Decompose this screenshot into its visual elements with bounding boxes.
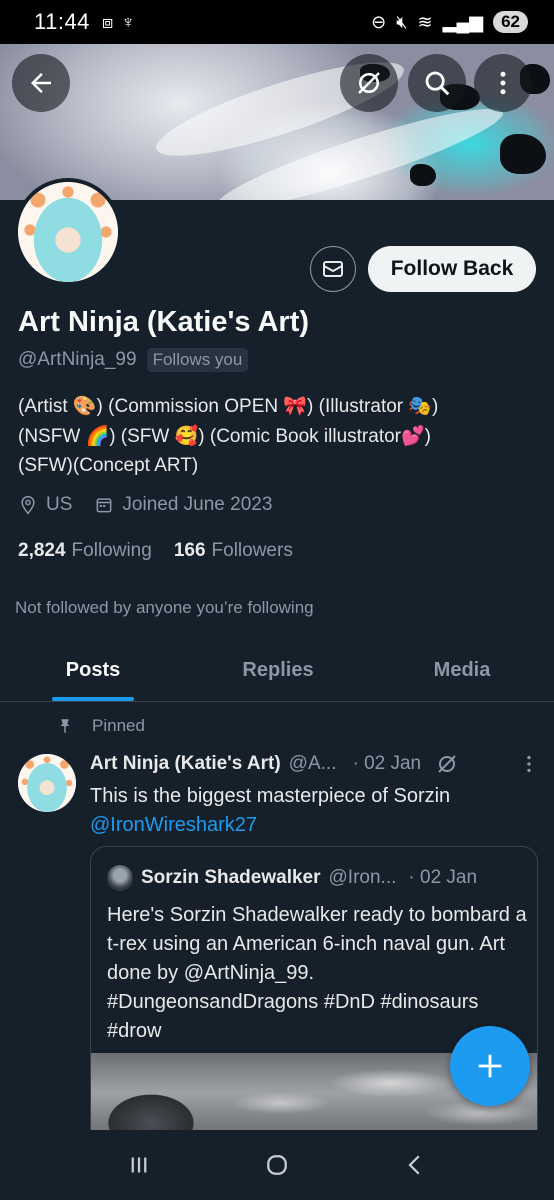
avatar-image bbox=[18, 182, 118, 282]
compose-post-button[interactable] bbox=[450, 1026, 530, 1106]
tweet-text[interactable]: This is the biggest masterpiece of Sorzi… bbox=[90, 782, 530, 840]
tweet-author-name[interactable]: Art Ninja (Katie's Art) bbox=[90, 753, 281, 775]
following-count: 2,824 bbox=[18, 540, 66, 561]
pinned-label: Pinned bbox=[92, 716, 145, 735]
system-nav-bar bbox=[0, 1130, 554, 1200]
status-bar: 11:44 ⧈ ♆ ⊖ 🔇︎ ≋ ▂▄▆ 62 bbox=[0, 0, 554, 44]
quote-header: Sorzin Shadewalker @Iron... · 02 Jan bbox=[107, 865, 527, 891]
quote-author-name: Sorzin Shadewalker bbox=[141, 867, 321, 888]
wifi-icon: ≋ bbox=[417, 11, 433, 32]
clock: 11:44 bbox=[34, 9, 90, 34]
following-label: Following bbox=[71, 540, 152, 561]
followers-count: 166 bbox=[173, 540, 206, 561]
message-button[interactable] bbox=[310, 246, 356, 292]
envelope-icon bbox=[323, 261, 343, 277]
profile-bio: (Artist 🎨) (Commission OPEN 🎀) (Illustra… bbox=[18, 396, 439, 476]
follow-stats: 2,824 Following 166 Followers bbox=[18, 540, 293, 562]
follow-back-button[interactable]: Follow Back bbox=[368, 246, 536, 292]
handle-row: @ArtNinja_99 Follows you bbox=[18, 348, 249, 372]
grok-icon bbox=[358, 72, 380, 94]
flashlight-icon: ♆ bbox=[121, 11, 135, 32]
tweet-mention-link[interactable]: @IronWireshark27 bbox=[90, 814, 257, 836]
calendar-icon bbox=[96, 498, 112, 513]
grok-button[interactable] bbox=[340, 54, 398, 112]
battery-indicator: 62 bbox=[493, 11, 528, 33]
tab-replies[interactable]: Replies bbox=[186, 640, 370, 701]
more-options-button[interactable] bbox=[474, 54, 532, 112]
mutual-followers-text: Not followed by anyone you’re following bbox=[15, 598, 314, 617]
quote-author-handle: @Iron... bbox=[328, 867, 397, 888]
tweet-author-handle[interactable]: @A... bbox=[289, 753, 337, 775]
profile-handle: @ArtNinja_99 bbox=[18, 349, 137, 370]
quote-date: · 02 Jan bbox=[408, 867, 478, 888]
grok-icon[interactable] bbox=[435, 752, 459, 776]
avatar-image bbox=[18, 754, 76, 812]
profile-name: Art Ninja (Katie's Art) bbox=[18, 306, 310, 338]
joined-date: Joined June 2023 bbox=[122, 494, 273, 515]
tab-media[interactable]: Media bbox=[370, 640, 554, 701]
back-nav-icon[interactable] bbox=[400, 1150, 430, 1180]
quote-avatar bbox=[107, 865, 133, 891]
home-icon[interactable] bbox=[262, 1150, 292, 1180]
follows-you-badge: Follows you bbox=[146, 348, 249, 372]
pin-icon bbox=[60, 719, 70, 733]
tweet-date[interactable]: · 02 Jan bbox=[352, 753, 421, 775]
mute-icon: 🔇︎ bbox=[396, 11, 408, 32]
quote-text: Here's Sorzin Shadewalker ready to bomba… bbox=[107, 904, 527, 1042]
following-link[interactable]: 2,824 Following bbox=[18, 540, 152, 562]
dnd-icon: ⊖ bbox=[371, 11, 387, 32]
arrow-left-icon bbox=[31, 73, 51, 93]
location-text: US bbox=[46, 494, 73, 515]
location-pin-icon bbox=[21, 495, 35, 515]
tweet-more-icon[interactable] bbox=[518, 753, 540, 775]
tweet-body: This is the biggest masterpiece of Sorzi… bbox=[90, 785, 451, 807]
recent-apps-icon[interactable] bbox=[124, 1150, 154, 1180]
tweet-header: Art Ninja (Katie's Art) @A... · 02 Jan bbox=[90, 752, 540, 776]
profile-avatar[interactable] bbox=[14, 178, 122, 286]
tab-posts[interactable]: Posts bbox=[0, 640, 186, 701]
followers-link[interactable]: 166 Followers bbox=[174, 540, 293, 562]
screenshot-icon: ⧈ bbox=[101, 11, 114, 32]
pinned-indicator: Pinned bbox=[56, 716, 145, 736]
profile-meta: US Joined June 2023 bbox=[18, 494, 272, 516]
more-vertical-icon bbox=[500, 71, 506, 95]
search-icon bbox=[425, 71, 450, 96]
back-button[interactable] bbox=[12, 54, 70, 112]
profile-banner[interactable] bbox=[0, 44, 554, 200]
plus-icon bbox=[478, 1054, 502, 1078]
profile-tabs: Posts Replies Media bbox=[0, 640, 554, 702]
search-button[interactable] bbox=[408, 54, 466, 112]
tweet-avatar[interactable] bbox=[18, 754, 76, 812]
followers-label: Followers bbox=[211, 540, 293, 561]
signal-icon: ▂▄▆ bbox=[442, 11, 484, 32]
